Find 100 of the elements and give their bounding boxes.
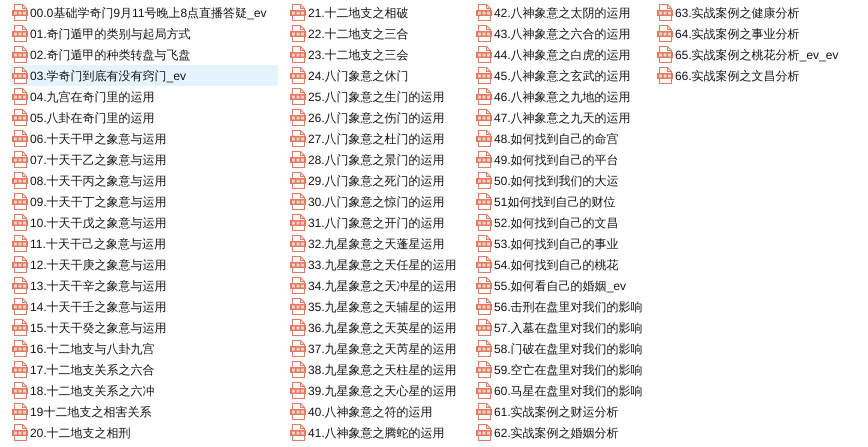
- file-item[interactable]: 02.奇门遁甲的种类转盘与飞盘: [10, 44, 278, 65]
- video-file-icon: [476, 361, 492, 378]
- file-item[interactable]: 04.九宫在奇门里的运用: [10, 86, 278, 107]
- video-file-icon: [12, 277, 28, 294]
- file-item[interactable]: 48.如何找到自己的命宫: [474, 128, 645, 149]
- video-file-icon: [476, 298, 492, 315]
- video-file-icon: [290, 235, 306, 252]
- file-item[interactable]: 45.八神象意之玄武的运用: [474, 65, 645, 86]
- video-file-icon: [290, 382, 306, 399]
- video-file-icon: [657, 4, 673, 21]
- video-file-icon: [12, 46, 28, 63]
- video-file-icon: [476, 151, 492, 168]
- file-item[interactable]: 11.十天干己之象意与运用: [10, 233, 278, 254]
- file-item[interactable]: 05.八卦在奇门里的运用: [10, 107, 278, 128]
- file-item[interactable]: 20.十二地支之相刑: [10, 422, 278, 443]
- file-item[interactable]: 57.入墓在盘里对我们的影响: [474, 317, 645, 338]
- file-item[interactable]: 55.如何看自己的婚姻_ev: [474, 275, 645, 296]
- file-item[interactable]: 37.九星象意之天芮星的运用: [288, 338, 464, 359]
- video-file-icon: [476, 4, 492, 21]
- video-file-icon: [290, 67, 306, 84]
- file-item[interactable]: 31.八门象意之开门的运用: [288, 212, 464, 233]
- file-item[interactable]: 63.实战案例之健康分析: [655, 2, 850, 23]
- video-file-icon: [12, 382, 28, 399]
- file-item[interactable]: 50.如何找到我们的大运: [474, 170, 645, 191]
- file-item[interactable]: 42.八神象意之太阴的运用: [474, 2, 645, 23]
- file-item[interactable]: 56.击刑在盘里对我们的影响: [474, 296, 645, 317]
- file-item[interactable]: 32.九星象意之天蓬星运用: [288, 233, 464, 254]
- file-item[interactable]: 17.十二地支关系之六合: [10, 359, 278, 380]
- video-file-icon: [290, 130, 306, 147]
- file-item[interactable]: 61.实战案例之财运分析: [474, 401, 645, 422]
- video-file-icon: [476, 340, 492, 357]
- file-item[interactable]: 65.实战案例之桃花分析_ev_ev: [655, 44, 850, 65]
- file-item[interactable]: 16.十二地支与八卦九宫: [10, 338, 278, 359]
- video-file-icon: [12, 424, 28, 441]
- file-item[interactable]: 36.九星象意之天英星的运用: [288, 317, 464, 338]
- file-item[interactable]: 64.实战案例之事业分析: [655, 23, 850, 44]
- video-file-icon: [12, 403, 28, 420]
- file-item[interactable]: 33.九星象意之天任星的运用: [288, 254, 464, 275]
- file-item[interactable]: 27.八门象意之杜门的运用: [288, 128, 464, 149]
- file-item[interactable]: 52.如何找到自己的文昌: [474, 212, 645, 233]
- file-item[interactable]: 13.十天干辛之象意与运用: [10, 275, 278, 296]
- video-file-icon: [476, 424, 492, 441]
- file-item[interactable]: 59.空亡在盘里对我们的影响: [474, 359, 645, 380]
- video-file-icon: [476, 403, 492, 420]
- file-item[interactable]: 29.八门象意之死门的运用: [288, 170, 464, 191]
- file-item[interactable]: 24.八门象意之休门: [288, 65, 464, 86]
- file-item[interactable]: 03.学奇门到底有没有窍门_ev: [10, 65, 278, 86]
- video-file-icon: [476, 277, 492, 294]
- file-item[interactable]: 08.十天干丙之象意与运用: [10, 170, 278, 191]
- file-item[interactable]: 26.八门象意之伤门的运用: [288, 107, 464, 128]
- file-item[interactable]: 01.奇门遁甲的类别与起局方式: [10, 23, 278, 44]
- video-file-icon: [290, 256, 306, 273]
- video-file-icon: [476, 235, 492, 252]
- video-file-icon: [290, 151, 306, 168]
- file-item[interactable]: 30.八门象意之惊门的运用: [288, 191, 464, 212]
- file-item[interactable]: 41.八神象意之腾蛇的运用: [288, 422, 464, 443]
- video-file-icon: [12, 109, 28, 126]
- video-file-icon: [12, 88, 28, 105]
- file-item[interactable]: 58.门破在盘里对我们的影响: [474, 338, 645, 359]
- file-item[interactable]: 53.如何找到自己的事业: [474, 233, 645, 254]
- file-item[interactable]: 49.如何找到自己的平台: [474, 149, 645, 170]
- file-item[interactable]: 06.十天干甲之象意与运用: [10, 128, 278, 149]
- video-file-icon: [476, 67, 492, 84]
- file-item[interactable]: 22.十二地支之三合: [288, 23, 464, 44]
- file-item[interactable]: 28.八门象意之景门的运用: [288, 149, 464, 170]
- file-item[interactable]: 00.0基础学奇门9月11号晚上8点直播答疑_ev: [10, 2, 278, 23]
- file-item[interactable]: 34.九星象意之天冲星的运用: [288, 275, 464, 296]
- file-item[interactable]: 46.八神象意之九地的运用: [474, 86, 645, 107]
- video-file-icon: [290, 403, 306, 420]
- video-file-icon: [476, 214, 492, 231]
- file-item[interactable]: 23.十二地支之三会: [288, 44, 464, 65]
- video-file-icon: [290, 193, 306, 210]
- file-item[interactable]: 43.八神象意之六合的运用: [474, 23, 645, 44]
- file-item[interactable]: 35.九星象意之天辅星的运用: [288, 296, 464, 317]
- file-item[interactable]: 18.十二地支关系之六冲: [10, 380, 278, 401]
- file-item[interactable]: 54.如何找到自己的桃花: [474, 254, 645, 275]
- video-file-icon: [12, 172, 28, 189]
- file-item[interactable]: 12.十天干庚之象意与运用: [10, 254, 278, 275]
- file-item[interactable]: 62.实战案例之婚姻分析: [474, 422, 645, 443]
- file-item[interactable]: 47.八神象意之九天的运用: [474, 107, 645, 128]
- video-file-icon: [476, 382, 492, 399]
- video-file-icon: [12, 130, 28, 147]
- video-file-icon: [290, 172, 306, 189]
- file-item[interactable]: 19十二地支之相害关系: [10, 401, 278, 422]
- file-item[interactable]: 25.八门象意之生门的运用: [288, 86, 464, 107]
- video-file-icon: [476, 109, 492, 126]
- file-item[interactable]: 21.十二地支之相破: [288, 2, 464, 23]
- file-item[interactable]: 14.十天干壬之象意与运用: [10, 296, 278, 317]
- file-item[interactable]: 44.八神象意之白虎的运用: [474, 44, 645, 65]
- file-item[interactable]: 39.九星象意之天心星的运用: [288, 380, 464, 401]
- file-item[interactable]: 10.十天干戊之象意与运用: [10, 212, 278, 233]
- file-item[interactable]: 07.十天干乙之象意与运用: [10, 149, 278, 170]
- file-item[interactable]: 51如何找到自己的财位: [474, 191, 645, 212]
- file-item[interactable]: 15.十天干癸之象意与运用: [10, 317, 278, 338]
- file-item[interactable]: 09.十天干丁之象意与运用: [10, 191, 278, 212]
- file-item[interactable]: 66.实战案例之文昌分析: [655, 65, 850, 86]
- file-item[interactable]: 40.八神象意之符的运用: [288, 401, 464, 422]
- video-file-icon: [290, 340, 306, 357]
- file-item[interactable]: 38.九星象意之天柱星的运用: [288, 359, 464, 380]
- file-item[interactable]: 60.马星在盘里对我们的影响: [474, 380, 645, 401]
